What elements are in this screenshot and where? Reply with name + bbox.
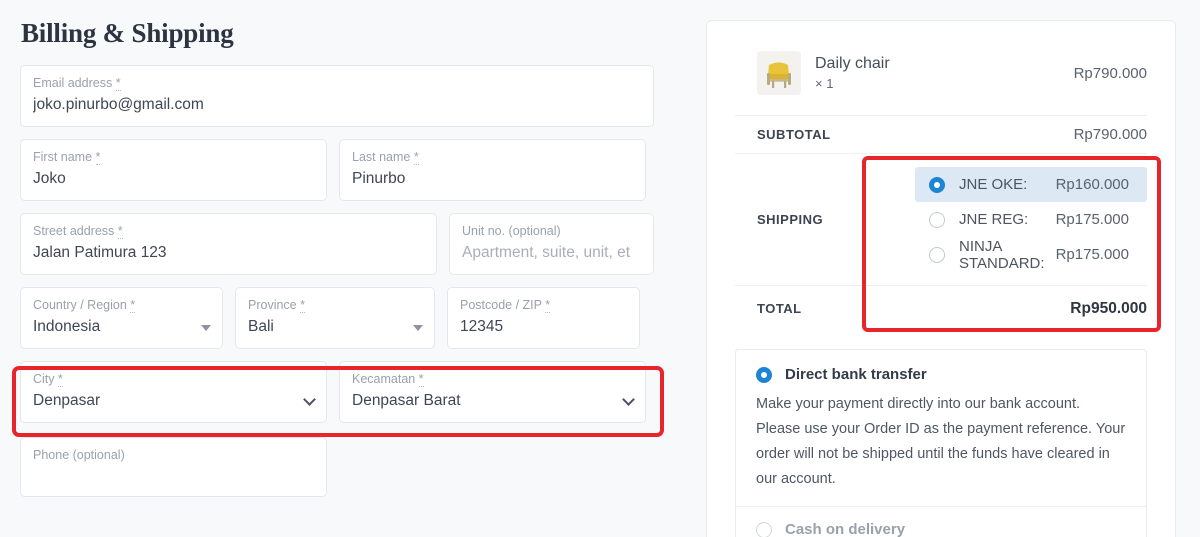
- payment-option-title: Cash on delivery: [785, 521, 906, 537]
- phone-field[interactable]: Phone (optional): [20, 437, 327, 497]
- shipping-options-list: JNE OKE: Rp160.000 JNE REG: Rp175.000 NI…: [907, 167, 1147, 272]
- required-asterisk: *: [115, 76, 121, 91]
- page-title: Billing & Shipping: [21, 18, 234, 48]
- last-name-field[interactable]: Last name * Pinurbo: [339, 139, 646, 201]
- unit-number-field[interactable]: Unit no. (optional) Apartment, suite, un…: [449, 213, 654, 275]
- country-region-value: Indonesia: [33, 318, 101, 335]
- postcode-field-value: 12345: [460, 318, 504, 335]
- product-name: Daily chair: [815, 55, 890, 72]
- required-asterisk: *: [58, 372, 63, 387]
- required-asterisk: *: [130, 298, 136, 313]
- order-summary-card: Daily chair × 1 Rp790.000 SUBTOTAL Rp790…: [706, 20, 1176, 537]
- product-quantity: × 1: [815, 76, 834, 91]
- country-region-label: Country / Region *: [33, 298, 136, 313]
- email-field[interactable]: Email address * joko.pinurbo@gmail.com: [20, 65, 654, 127]
- street-address-field[interactable]: Street address * Jalan Patimura 123: [20, 213, 437, 275]
- product-thumbnail: [757, 51, 801, 95]
- city-value: Denpasar: [33, 392, 101, 409]
- form-row-name: First name * Joko Last name * Pinurbo: [20, 139, 670, 201]
- kecamatan-select[interactable]: Kecamatan * Denpasar Barat: [339, 361, 646, 423]
- required-asterisk: *: [545, 298, 551, 313]
- payment-option-cash-on-delivery[interactable]: Cash on delivery: [736, 507, 1146, 537]
- unit-number-field-label: Unit no. (optional): [462, 224, 561, 238]
- province-select[interactable]: Province * Bali: [235, 287, 435, 349]
- last-name-field-value: Pinurbo: [352, 170, 406, 187]
- shipping-option-ninja-standard[interactable]: NINJA STANDARD: Rp175.000: [915, 237, 1147, 272]
- form-row-region: Country / Region * Indonesia Province * …: [20, 287, 670, 349]
- phone-field-label: Phone (optional): [33, 448, 125, 462]
- form-row-phone: Phone (optional): [20, 437, 670, 497]
- email-field-label: Email address *: [33, 76, 121, 91]
- total-label: TOTAL: [757, 301, 802, 316]
- shipping-option-jne-oke[interactable]: JNE OKE: Rp160.000: [915, 167, 1147, 202]
- city-label: City *: [33, 372, 63, 387]
- order-item-row: Daily chair × 1 Rp790.000: [735, 21, 1147, 115]
- form-row-address: Street address * Jalan Patimura 123 Unit…: [20, 213, 670, 275]
- payment-option-header: Cash on delivery: [756, 521, 1126, 537]
- caret-down-icon: [413, 325, 423, 331]
- payment-option-description: Make your payment directly into our bank…: [756, 396, 1126, 487]
- required-asterisk: *: [418, 372, 424, 387]
- province-value: Bali: [248, 318, 274, 335]
- shipping-option-price: Rp175.000: [1055, 246, 1129, 263]
- subtotal-row: SUBTOTAL Rp790.000: [735, 115, 1147, 153]
- payment-option-bank-transfer[interactable]: Direct bank transfer Make your payment d…: [736, 350, 1146, 507]
- payment-option-title: Direct bank transfer: [785, 366, 927, 383]
- payment-methods-box: Direct bank transfer Make your payment d…: [735, 349, 1147, 537]
- shipping-option-jne-reg[interactable]: JNE REG: Rp175.000: [915, 202, 1147, 237]
- form-row-city: City * Denpasar Kecamatan * Denpasar Bar…: [20, 361, 670, 423]
- province-label: Province *: [248, 298, 305, 313]
- city-select[interactable]: City * Denpasar: [20, 361, 327, 423]
- postcode-field[interactable]: Postcode / ZIP * 12345: [447, 287, 640, 349]
- shipping-label: SHIPPING: [757, 212, 824, 227]
- required-asterisk: *: [413, 150, 419, 165]
- subtotal-value: Rp790.000: [1073, 126, 1147, 143]
- billing-shipping-section: Billing & Shipping Email address * joko.…: [0, 0, 690, 537]
- total-row: TOTAL Rp950.000: [735, 285, 1147, 331]
- radio-icon[interactable]: [929, 246, 945, 263]
- checkout-page: Billing & Shipping Email address * joko.…: [0, 0, 1200, 537]
- required-asterisk: *: [300, 298, 305, 313]
- street-address-field-value: Jalan Patimura 123: [33, 244, 167, 261]
- street-address-field-label: Street address *: [33, 224, 123, 239]
- shipping-row: SHIPPING JNE OKE: Rp160.000 JNE REG: Rp1…: [735, 153, 1147, 285]
- email-field-value: joko.pinurbo@gmail.com: [33, 96, 204, 113]
- radio-icon-selected[interactable]: [756, 366, 772, 383]
- shipping-option-price: Rp175.000: [1055, 211, 1129, 228]
- required-asterisk: *: [95, 150, 101, 165]
- subtotal-label: SUBTOTAL: [757, 127, 831, 142]
- kecamatan-value: Denpasar Barat: [352, 392, 461, 409]
- product-info: Daily chair × 1: [815, 54, 1074, 92]
- radio-icon-selected[interactable]: [929, 176, 945, 193]
- unit-number-field-placeholder: Apartment, suite, unit, et: [462, 244, 631, 261]
- country-region-select[interactable]: Country / Region * Indonesia: [20, 287, 223, 349]
- shipping-option-name: JNE OKE:: [959, 176, 1028, 193]
- caret-down-icon: [201, 325, 211, 331]
- payment-option-header: Direct bank transfer: [756, 366, 1126, 383]
- first-name-field-value: Joko: [33, 170, 66, 187]
- last-name-field-label: Last name *: [352, 150, 419, 165]
- shipping-option-name: JNE REG:: [959, 211, 1029, 228]
- required-asterisk: *: [117, 224, 123, 239]
- first-name-field[interactable]: First name * Joko: [20, 139, 327, 201]
- shipping-option-price: Rp160.000: [1055, 176, 1129, 193]
- kecamatan-label: Kecamatan *: [352, 372, 424, 387]
- total-value: Rp950.000: [1070, 299, 1147, 317]
- first-name-field-label: First name *: [33, 150, 101, 165]
- radio-icon[interactable]: [929, 211, 945, 228]
- radio-icon[interactable]: [756, 521, 772, 537]
- postcode-field-label: Postcode / ZIP *: [460, 298, 551, 313]
- shipping-option-name: NINJA STANDARD:: [959, 237, 1045, 272]
- product-price: Rp790.000: [1073, 64, 1147, 82]
- form-row-email: Email address * joko.pinurbo@gmail.com: [20, 65, 670, 127]
